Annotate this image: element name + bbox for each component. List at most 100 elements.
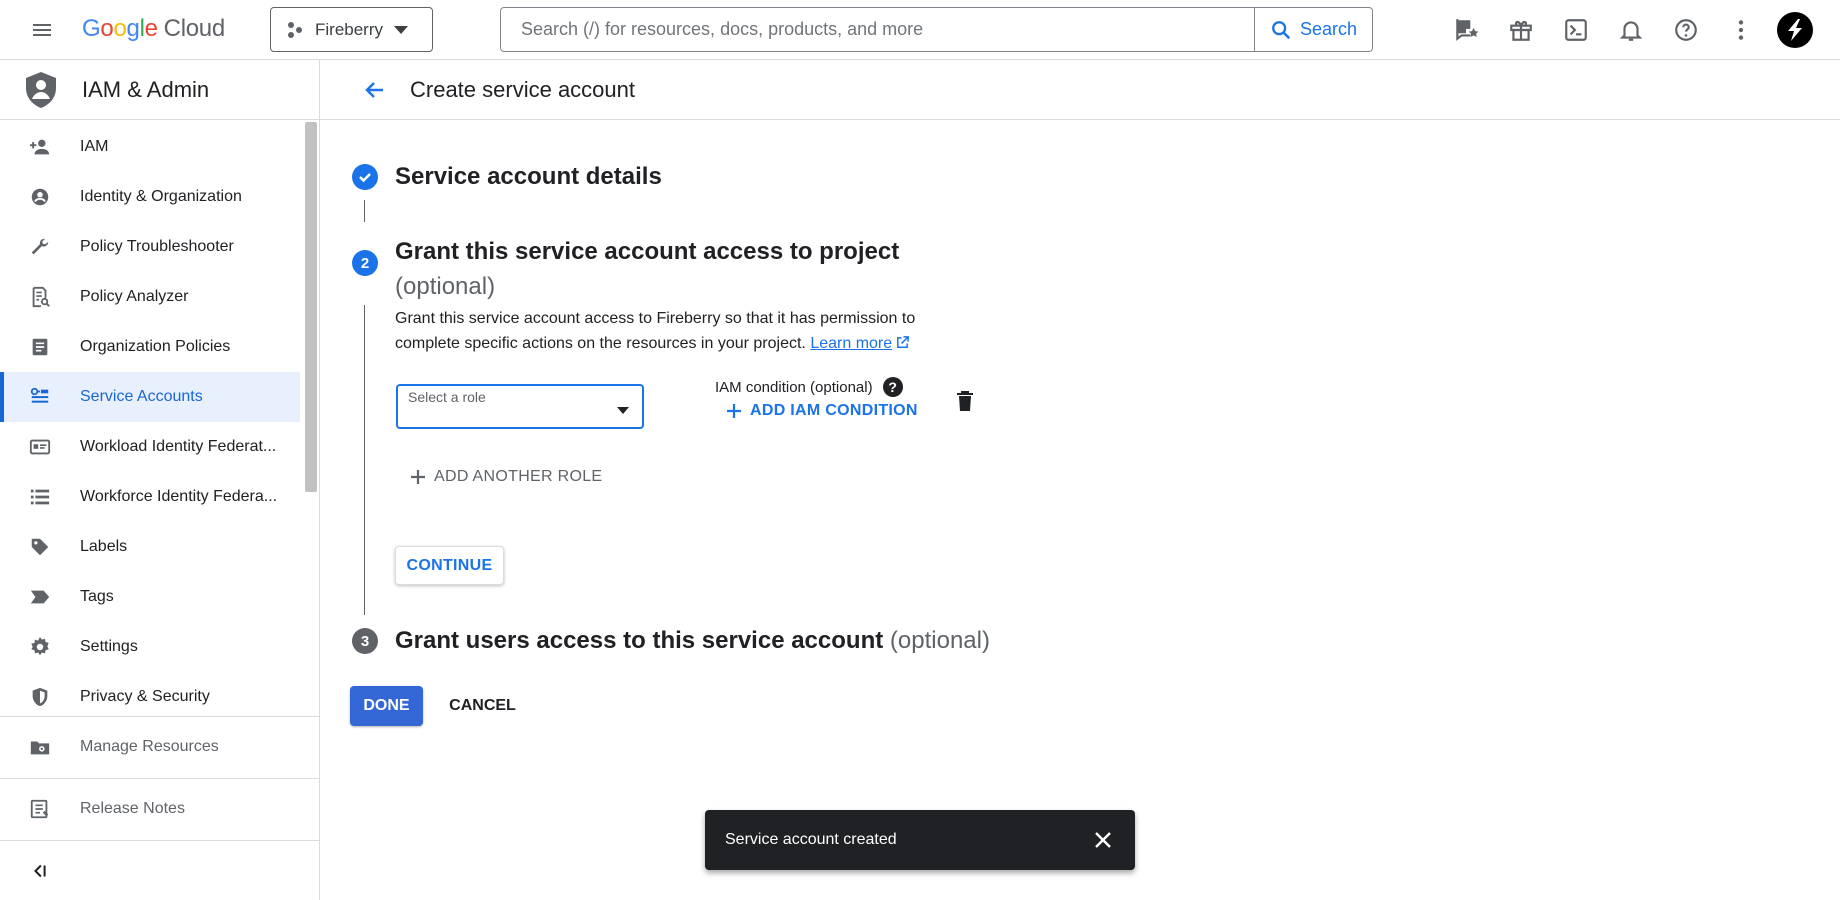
logo-suffix: Cloud [163, 15, 226, 42]
sidebar-item-label: Identity & Organization [80, 188, 242, 205]
shield-icon [28, 685, 52, 709]
notifications-icon[interactable] [1613, 12, 1649, 48]
sidebar-item-label: Privacy & Security [80, 688, 210, 705]
sidebar-title: IAM & Admin [82, 76, 210, 102]
sidebar-item-label: Policy Analyzer [80, 288, 189, 305]
logo-letter: e [144, 15, 158, 42]
sidebar-item-label: Workload Identity Federat... [80, 438, 277, 455]
gift-icon[interactable] [1503, 12, 1539, 48]
sidebar-item-policy-analyzer[interactable]: Policy Analyzer [0, 272, 300, 322]
sidebar-scrollbar[interactable] [305, 122, 317, 492]
account-circle-icon [28, 185, 52, 209]
feedback-icon[interactable] [1448, 12, 1484, 48]
sidebar: IAM & Admin IAM Identity & Organization … [0, 60, 320, 900]
help-icon[interactable] [1668, 12, 1704, 48]
back-arrow-icon[interactable] [340, 70, 410, 110]
done-button[interactable]: DONE [350, 686, 423, 726]
release-notes-link[interactable]: Release Notes [0, 778, 320, 838]
learn-more-label: Learn more [810, 335, 893, 352]
add-iam-condition-button[interactable]: ADD IAM CONDITION [726, 402, 918, 420]
gear-icon [28, 635, 52, 659]
step-3-optional: (optional) [889, 627, 990, 654]
avatar[interactable] [1777, 12, 1813, 48]
service-account-icon [28, 385, 52, 409]
sidebar-item-settings[interactable]: Settings [0, 622, 300, 672]
manage-resources-link[interactable]: Manage Resources [0, 716, 320, 776]
search-button-label: Search [1299, 19, 1358, 39]
label-icon [28, 535, 52, 559]
google-cloud-logo[interactable]: Google Cloud [82, 15, 225, 43]
step-2-number: 2 [352, 250, 378, 276]
more-vert-icon[interactable] [1723, 12, 1759, 48]
step-2-description: Grant this service account access to Fir… [395, 306, 955, 356]
manage-resources-label: Manage Resources [80, 737, 219, 755]
trash-icon[interactable] [954, 388, 976, 414]
step-1-check-icon [352, 164, 378, 190]
cloud-shell-icon[interactable] [1558, 12, 1594, 48]
sidebar-item-label: Policy Troubleshooter [80, 238, 234, 255]
step-3-title[interactable]: Grant users access to this service accou… [395, 627, 990, 655]
release-notes-label: Release Notes [80, 799, 185, 817]
search-icon [1270, 19, 1292, 41]
plus-icon [727, 404, 741, 418]
step-2-optional: (optional) [395, 273, 496, 300]
project-picker[interactable]: Fireberry [270, 7, 433, 52]
sidebar-item-label: Tags [80, 588, 114, 605]
role-select-label: Select a role [408, 389, 486, 405]
collapse-sidebar-button[interactable] [0, 840, 320, 900]
snackbar: Service account created [705, 810, 1135, 870]
page-title: Create service account [410, 76, 635, 102]
sidebar-item-workload-identity[interactable]: Workload Identity Federat... [0, 422, 300, 472]
iam-condition-text: IAM condition (optional) [715, 378, 873, 396]
sidebar-item-label: Service Accounts [80, 388, 203, 405]
sidebar-item-tags[interactable]: Tags [0, 572, 300, 622]
manage-resources-icon [28, 735, 52, 759]
step-3-title-text: Grant users access to this service accou… [395, 627, 884, 654]
tag-icon [28, 585, 52, 609]
sidebar-item-identity-organization[interactable]: Identity & Organization [0, 172, 300, 222]
sidebar-item-labels[interactable]: Labels [0, 522, 300, 572]
step-3-number: 3 [352, 628, 378, 654]
continue-button[interactable]: CONTINUE [395, 546, 504, 585]
sidebar-nav: IAM Identity & Organization Policy Troub… [0, 122, 300, 722]
sidebar-item-service-accounts[interactable]: Service Accounts [0, 372, 300, 422]
logo-letter: G [82, 15, 101, 42]
sidebar-item-policy-troubleshooter[interactable]: Policy Troubleshooter [0, 222, 300, 272]
sidebar-item-label: Labels [80, 538, 128, 555]
plus-icon [411, 470, 425, 484]
sidebar-header: IAM & Admin [0, 60, 319, 120]
snackbar-message: Service account created [725, 831, 897, 848]
step-1-title[interactable]: Service account details [395, 163, 662, 191]
project-name: Fireberry [315, 19, 384, 39]
sidebar-item-privacy-security[interactable]: Privacy & Security [0, 672, 300, 722]
logo-letter: g [126, 15, 140, 42]
hamburger-menu-icon[interactable] [24, 12, 60, 48]
top-icons [1448, 12, 1759, 48]
sidebar-item-workforce-identity[interactable]: Workforce Identity Federa... [0, 472, 300, 522]
search-box: Search [500, 7, 1373, 52]
cancel-button[interactable]: CANCEL [440, 686, 525, 726]
sidebar-item-label: Settings [80, 638, 138, 655]
step-connector [364, 200, 365, 222]
sidebar-item-organization-policies[interactable]: Organization Policies [0, 322, 300, 372]
external-link-icon [897, 336, 910, 348]
logo-letter: o [113, 15, 127, 42]
document-icon [28, 335, 52, 359]
wrench-icon [28, 235, 52, 259]
close-icon[interactable] [1091, 828, 1115, 852]
help-icon[interactable]: ? [882, 377, 903, 397]
sidebar-item-iam[interactable]: IAM [0, 122, 300, 172]
add-iam-condition-label: ADD IAM CONDITION [750, 402, 918, 419]
learn-more-link[interactable]: Learn more [810, 335, 910, 352]
list-icon [28, 485, 52, 509]
iam-condition-label: IAM condition (optional) ? [715, 377, 903, 397]
role-select[interactable]: Select a role [396, 384, 644, 429]
release-notes-icon [28, 797, 52, 821]
content-header: Create service account [320, 60, 1840, 120]
dropdown-arrow-icon [393, 25, 409, 35]
search-input[interactable] [501, 8, 1254, 51]
add-another-role-button[interactable]: ADD ANOTHER ROLE [410, 468, 602, 486]
iam-shield-icon [24, 71, 58, 109]
step-2-title-text: Grant this service account access to pro… [395, 238, 900, 265]
search-button[interactable]: Search [1254, 8, 1372, 51]
